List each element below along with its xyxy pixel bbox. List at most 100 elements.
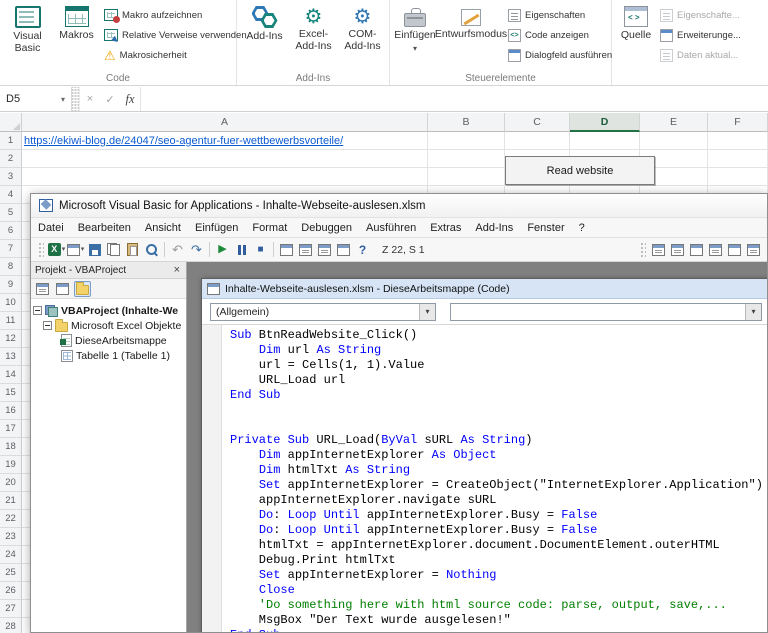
column-header-f[interactable]: F bbox=[708, 113, 768, 132]
row-header[interactable]: 28 bbox=[0, 618, 22, 633]
row-header[interactable]: 27 bbox=[0, 600, 22, 618]
menu-einfuegen[interactable]: Einfügen bbox=[188, 222, 245, 234]
eigenschaften-button[interactable]: Eigenschaften bbox=[505, 5, 615, 25]
row-header[interactable]: 7 bbox=[0, 240, 22, 258]
view-object-button[interactable] bbox=[54, 281, 71, 297]
row-header[interactable]: 15 bbox=[0, 384, 22, 402]
save-button[interactable] bbox=[85, 241, 104, 259]
relative-verweise-button[interactable]: Relative Verweise verwenden bbox=[101, 25, 250, 45]
tree-root-vbaproject[interactable]: VBAProject (Inhalte-We bbox=[33, 303, 184, 318]
vba-title-bar[interactable]: Microsoft Visual Basic for Applications … bbox=[31, 194, 767, 218]
row-header[interactable]: 6 bbox=[0, 222, 22, 240]
row-header[interactable]: 9 bbox=[0, 276, 22, 294]
row-header[interactable]: 18 bbox=[0, 438, 22, 456]
menu-datei[interactable]: Datei bbox=[31, 222, 71, 234]
column-header-d[interactable]: D bbox=[570, 113, 640, 132]
object-dropdown[interactable]: (Allgemein) ▾ bbox=[210, 302, 436, 321]
cell[interactable] bbox=[428, 168, 505, 186]
code-anzeigen-button[interactable]: Code anzeigen bbox=[505, 25, 615, 45]
dialogfeld-button[interactable]: Dialogfeld ausführen bbox=[505, 45, 615, 65]
row-header[interactable]: 23 bbox=[0, 528, 22, 546]
code-margin-bar[interactable] bbox=[202, 325, 222, 632]
collapse-icon[interactable] bbox=[33, 306, 42, 315]
redo-button[interactable]: ↷ bbox=[187, 241, 206, 259]
collapse-icon[interactable] bbox=[43, 321, 52, 330]
row-header[interactable]: 1 bbox=[0, 132, 22, 150]
menu-bearbeiten[interactable]: Bearbeiten bbox=[71, 222, 138, 234]
excel-add-ins-button[interactable]: ⚙ Excel-Add-Ins bbox=[289, 2, 338, 66]
toggle-folders-button[interactable] bbox=[74, 280, 91, 297]
code-lines[interactable]: Sub BtnReadWebsite_Click() Dim url As St… bbox=[222, 325, 767, 632]
row-header[interactable]: 21 bbox=[0, 492, 22, 510]
menu-format[interactable]: Format bbox=[245, 222, 294, 234]
menu-debuggen[interactable]: Debuggen bbox=[294, 222, 359, 234]
cell[interactable] bbox=[708, 150, 768, 168]
entwurfsmodus-button[interactable]: Entwurfsmodus bbox=[435, 2, 507, 66]
formula-bar-grip[interactable] bbox=[72, 87, 80, 111]
erweiterungen-button[interactable]: Erweiterunge... bbox=[657, 25, 744, 45]
row-header[interactable]: 19 bbox=[0, 456, 22, 474]
visual-basic-button[interactable]: Visual Basic bbox=[3, 2, 52, 66]
xml-eigenschaften-button[interactable]: Eigenschafte... bbox=[657, 5, 744, 25]
menu-fenster[interactable]: Fenster bbox=[520, 222, 571, 234]
undo-button[interactable]: ↶ bbox=[168, 241, 187, 259]
column-header-b[interactable]: B bbox=[428, 113, 505, 132]
select-all-corner[interactable] bbox=[0, 113, 22, 132]
column-header-a[interactable]: A bbox=[22, 113, 428, 132]
row-header[interactable]: 20 bbox=[0, 474, 22, 492]
row-header[interactable]: 24 bbox=[0, 546, 22, 564]
bookmark-button[interactable] bbox=[725, 241, 744, 259]
view-excel-button[interactable]: ▾ bbox=[47, 241, 66, 259]
row-header[interactable]: 8 bbox=[0, 258, 22, 276]
makrosicherheit-button[interactable]: ⚠ Makrosicherheit bbox=[101, 45, 250, 65]
list-properties-button[interactable] bbox=[744, 241, 763, 259]
menu-hilfe[interactable]: ? bbox=[572, 222, 592, 234]
row-header[interactable]: 22 bbox=[0, 510, 22, 528]
cell[interactable] bbox=[428, 132, 505, 150]
insert-userform-button[interactable]: ▾ bbox=[66, 241, 85, 259]
menu-ausfuehren[interactable]: Ausführen bbox=[359, 222, 423, 234]
quelle-button[interactable]: Quelle bbox=[615, 2, 657, 66]
row-header[interactable]: 10 bbox=[0, 294, 22, 312]
cell[interactable] bbox=[505, 132, 570, 150]
row-header[interactable]: 4 bbox=[0, 186, 22, 204]
daten-aktualisieren-button[interactable]: Daten aktual... bbox=[657, 45, 744, 65]
project-explorer-button[interactable] bbox=[296, 241, 315, 259]
break-button[interactable] bbox=[232, 241, 251, 259]
column-header-e[interactable]: E bbox=[640, 113, 708, 132]
cancel-icon[interactable]: × bbox=[80, 87, 100, 111]
comment-block-button[interactable] bbox=[706, 241, 725, 259]
toolbar-grip[interactable] bbox=[38, 242, 44, 257]
code-window-title-bar[interactable]: Inhalte-Webseite-auslesen.xlsm - DieseAr… bbox=[202, 279, 767, 299]
com-add-ins-button[interactable]: ⚙ COM-Add-Ins bbox=[338, 2, 387, 66]
object-browser-button[interactable] bbox=[334, 241, 353, 259]
row-header[interactable]: 2 bbox=[0, 150, 22, 168]
cell[interactable] bbox=[570, 132, 640, 150]
add-ins-button[interactable]: Add-Ins bbox=[240, 2, 289, 66]
cell[interactable] bbox=[708, 132, 768, 150]
project-panel-title-bar[interactable]: Projekt - VBAProject × bbox=[31, 262, 186, 279]
menu-ansicht[interactable]: Ansicht bbox=[138, 222, 188, 234]
row-header[interactable]: 26 bbox=[0, 582, 22, 600]
paste-button[interactable] bbox=[123, 241, 142, 259]
name-box[interactable]: D5 ▾ bbox=[0, 87, 72, 111]
tree-item-diesearbeitsmappe[interactable]: DieseArbeitsmappe bbox=[33, 333, 184, 348]
properties-window-button[interactable] bbox=[315, 241, 334, 259]
formula-input[interactable] bbox=[140, 87, 768, 111]
row-header[interactable]: 3 bbox=[0, 168, 22, 186]
makro-aufzeichnen-button[interactable]: Makro aufzeichnen bbox=[101, 5, 250, 25]
cell[interactable] bbox=[22, 150, 428, 168]
view-code-button[interactable] bbox=[34, 281, 51, 297]
reset-button[interactable]: ■ bbox=[251, 241, 270, 259]
row-header[interactable]: 5 bbox=[0, 204, 22, 222]
makros-button[interactable]: Makros bbox=[52, 2, 101, 66]
design-mode-button[interactable] bbox=[277, 241, 296, 259]
tree-folder-excel-objekte[interactable]: Microsoft Excel Objekte bbox=[33, 318, 184, 333]
menu-add-ins[interactable]: Add-Ins bbox=[468, 222, 520, 234]
cell[interactable]: https://ekiwi-blog.de/24047/seo-agentur-… bbox=[22, 132, 428, 150]
run-button[interactable]: ▶ bbox=[213, 241, 232, 259]
help-button[interactable]: ? bbox=[353, 241, 372, 259]
indent-button[interactable] bbox=[649, 241, 668, 259]
row-header[interactable]: 12 bbox=[0, 330, 22, 348]
toggle-breakpoint-button[interactable] bbox=[687, 241, 706, 259]
